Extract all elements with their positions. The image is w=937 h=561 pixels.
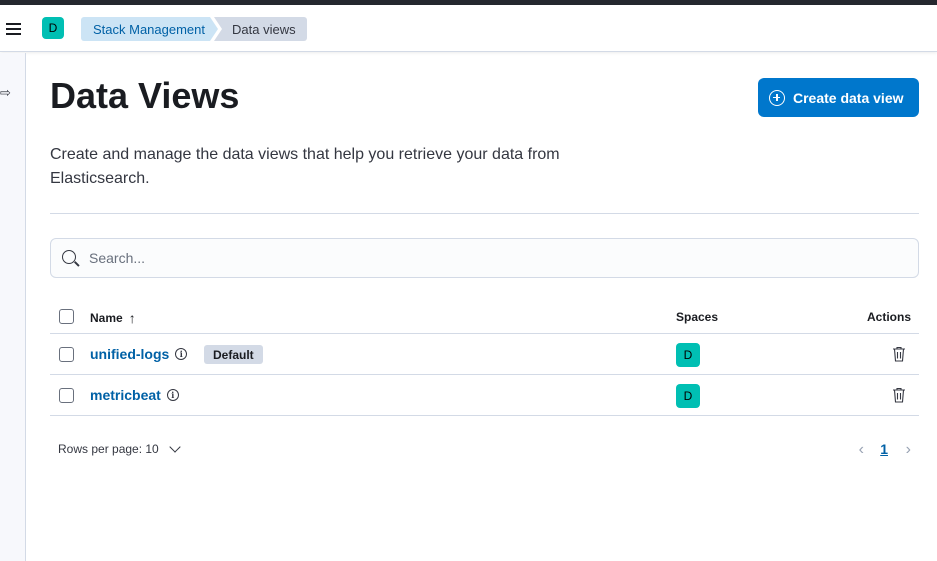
chevron-left-icon[interactable]: ‹	[859, 441, 864, 459]
create-data-view-button[interactable]: Create data view	[758, 78, 919, 117]
column-header-actions: Actions	[866, 310, 911, 324]
table-row: metricbeat i D	[50, 375, 919, 416]
data-view-name: unified-logs	[90, 346, 170, 362]
trash-icon[interactable]	[892, 346, 906, 362]
table-row: unified-logs i Default D	[50, 334, 919, 375]
row-checkbox[interactable]	[59, 347, 74, 362]
column-header-name[interactable]: Name ↑	[90, 310, 136, 326]
hamburger-icon[interactable]	[4, 18, 24, 38]
chevron-down-icon	[169, 441, 181, 453]
page-description: Create and manage the data views that he…	[50, 146, 560, 187]
row-checkbox[interactable]	[59, 388, 74, 403]
page-number-button[interactable]: 1	[880, 441, 888, 457]
divider	[50, 213, 919, 214]
page-title: Data Views	[50, 75, 240, 116]
data-view-name: metricbeat	[90, 387, 161, 403]
data-view-link[interactable]: unified-logs i	[90, 346, 188, 362]
collapse-sidebar-icon[interactable]: ⇨	[0, 85, 11, 101]
column-header-spaces: Spaces	[676, 310, 719, 324]
search-icon	[62, 250, 76, 264]
info-icon[interactable]: i	[175, 348, 188, 360]
data-views-table: Name ↑ Spaces Actions unified-logs i Def…	[50, 298, 919, 416]
search-bar[interactable]	[50, 238, 919, 278]
plus-circle-icon	[769, 89, 785, 106]
sidebar: ⇨	[0, 53, 26, 561]
space-avatar[interactable]: D	[676, 384, 700, 408]
create-data-view-label: Create data view	[793, 89, 904, 106]
rows-per-page-button[interactable]: Rows per page: 10	[58, 441, 181, 456]
info-icon[interactable]: i	[166, 389, 179, 401]
space-avatar[interactable]: D	[42, 17, 64, 39]
pagination: Rows per page: 10 ‹ 1 ›	[50, 438, 919, 462]
table-header: Name ↑ Spaces Actions	[50, 298, 919, 334]
search-input[interactable]	[89, 239, 909, 277]
trash-icon[interactable]	[892, 387, 906, 403]
chevron-right-icon[interactable]: ›	[906, 441, 911, 459]
arrow-up-icon: ↑	[128, 310, 136, 326]
column-name-label: Name	[90, 311, 123, 325]
header: D Stack Management Data views	[0, 5, 937, 52]
main-content: Data Views Create data view Create and m…	[26, 53, 937, 561]
rows-per-page-label: Rows per page: 10	[58, 442, 159, 456]
data-view-link[interactable]: metricbeat i	[90, 387, 179, 403]
space-avatar[interactable]: D	[676, 343, 700, 367]
breadcrumb-stack-management[interactable]: Stack Management	[81, 17, 218, 41]
default-badge: Default	[204, 345, 263, 364]
breadcrumb-data-views: Data views	[214, 17, 307, 41]
select-all-checkbox[interactable]	[59, 309, 74, 324]
